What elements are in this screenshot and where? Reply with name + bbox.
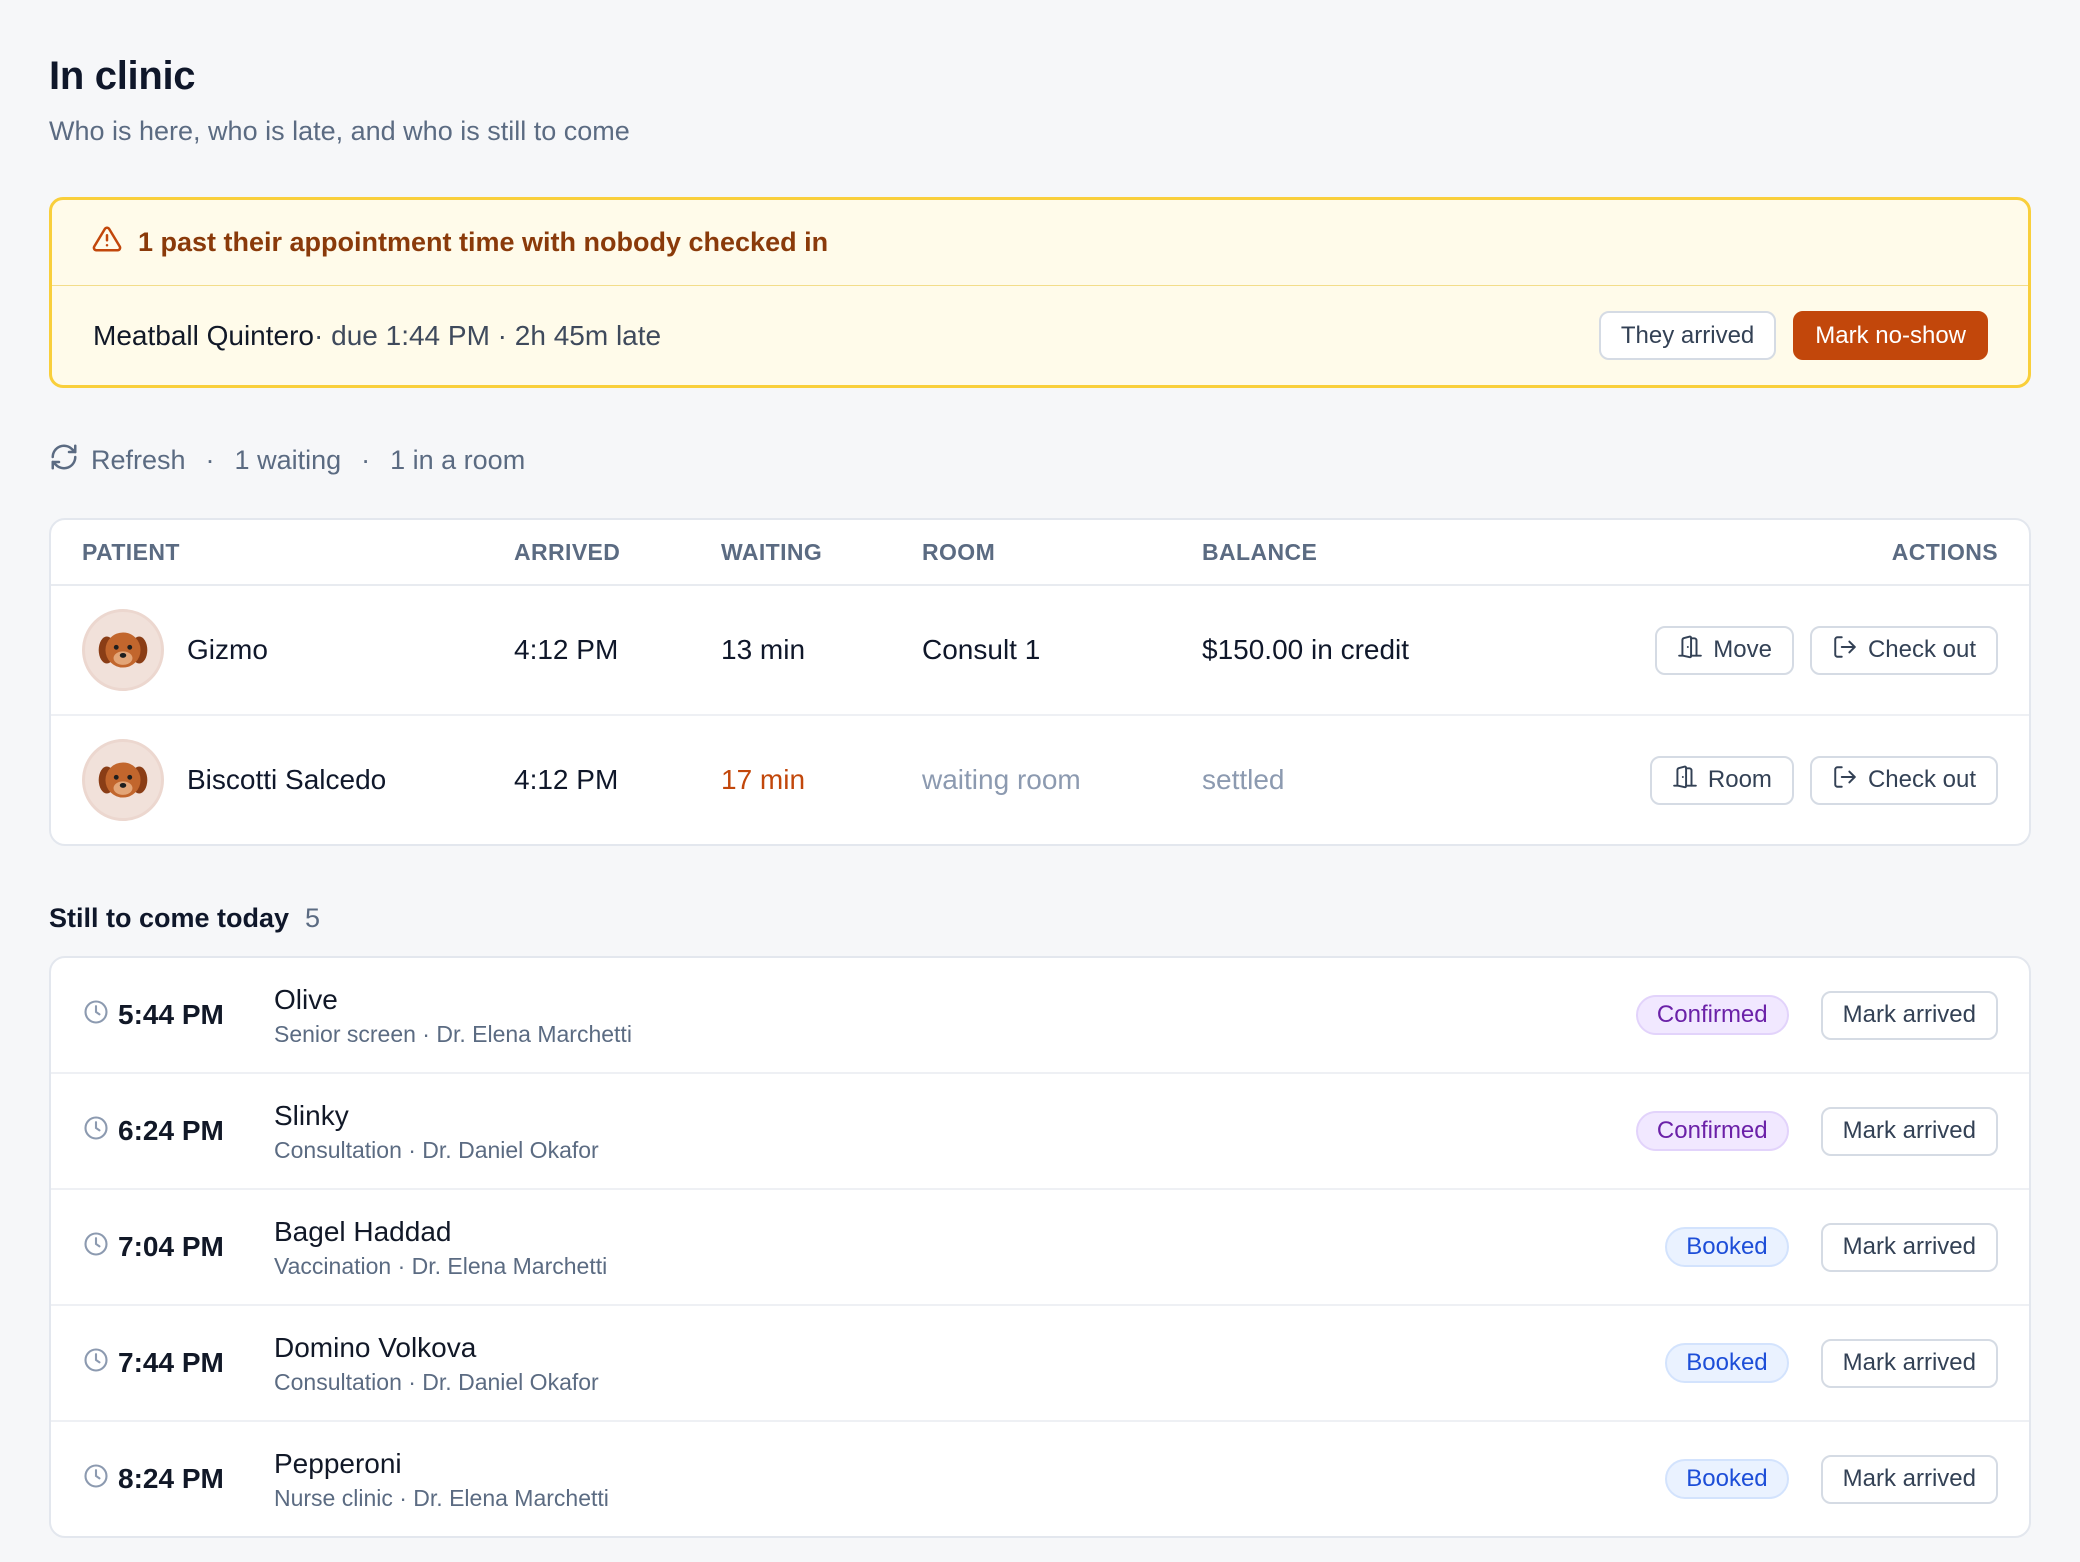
column-header-room: ROOM [922,538,996,565]
patient-name[interactable]: Gizmo [187,634,268,666]
late-alert: 1 past their appointment time with nobod… [49,197,2031,388]
appointment-details: Consultation · Dr. Daniel Okafor [274,1136,599,1163]
refresh-button[interactable]: Refresh [49,442,186,479]
door-icon [1677,634,1713,667]
column-header-patient: PATIENT [82,538,180,565]
in-room-count: 1 in a room [390,444,526,475]
room-name: waiting room [922,764,1081,795]
refresh-icon [49,442,91,479]
mark-arrived-button[interactable]: Mark arrived [1820,1222,1998,1272]
check-out-button[interactable]: Check out [1809,625,1998,675]
mark-arrived-button[interactable]: Mark arrived [1820,1454,1998,1504]
separator: · [205,444,215,475]
alert-patient-name: Meatball Quintero [93,319,315,351]
status-badge: Confirmed [1635,1111,1789,1151]
clock-icon [82,1114,118,1149]
balance: settled [1202,764,1285,795]
they-arrived-button[interactable]: They arrived [1598,311,1777,360]
list-item: 8:24 PM Pepperoni Nurse clinic · Dr. Ele… [51,1422,2029,1536]
appointment-time: 7:04 PM [118,1231,224,1262]
upcoming-section-title: Still to come today 5 [49,898,2031,938]
door-icon [1672,764,1708,797]
room-label: Room [1707,766,1772,793]
in-clinic-table: PATIENT ARRIVED WAITING ROOM BALANCE ACT… [49,518,2031,846]
appointment-patient[interactable]: Slinky [274,1099,599,1133]
list-item: 5:44 PM Olive Senior screen · Dr. Elena … [51,958,2029,1074]
appointment-time: 8:24 PM [118,1463,224,1494]
waiting-count: 1 waiting [234,444,342,475]
room-button[interactable]: Room [1649,755,1794,805]
check-out-label: Check out [1867,766,1976,793]
table-row: Gizmo 4:12 PM 13 min Consult 1 $150.00 i… [51,586,2029,716]
clock-icon [82,1230,118,1265]
appointment-time: 5:44 PM [118,999,224,1030]
status-badge: Booked [1665,1227,1789,1267]
column-header-balance: BALANCE [1202,538,1318,565]
mark-arrived-button[interactable]: Mark arrived [1820,1106,1998,1156]
status-toolbar: Refresh · 1 waiting · 1 in a room [49,440,2031,480]
arrived-time: 4:12 PM [514,764,619,795]
status-badge: Booked [1665,1459,1789,1499]
appointment-patient[interactable]: Bagel Haddad [274,1215,607,1249]
table-row: Biscotti Salcedo 4:12 PM 17 min waiting … [51,716,2029,844]
alert-patient-row: Meatball Quintero · due 1:44 PM · 2h 45m… [52,286,2028,385]
list-item: 7:44 PM Domino Volkova Consultation · Dr… [51,1306,2029,1422]
upcoming-title: Still to come today [49,902,290,933]
dog-icon [98,632,148,668]
appointment-patient[interactable]: Pepperoni [274,1447,609,1481]
appointment-time: 6:24 PM [118,1115,224,1146]
column-header-actions: ACTIONS [1891,538,1998,565]
arrived-time: 4:12 PM [514,634,619,665]
mark-no-show-button[interactable]: Mark no-show [1793,311,1988,360]
waiting-duration: 13 min [721,634,806,665]
alert-patient-meta: · due 1:44 PM · 2h 45m late [314,319,662,351]
mark-arrived-button[interactable]: Mark arrived [1820,1338,1998,1388]
move-button[interactable]: Move [1655,625,1794,675]
move-label: Move [1713,636,1772,663]
appointment-patient[interactable]: Domino Volkova [274,1331,599,1365]
appointment-details: Senior screen · Dr. Elena Marchetti [274,1020,632,1047]
appointment-details: Nurse clinic · Dr. Elena Marchetti [274,1484,609,1511]
warning-triangle-icon [92,224,138,261]
alert-title: 1 past their appointment time with nobod… [138,227,829,257]
avatar [82,609,164,691]
status-badge: Booked [1665,1343,1789,1383]
page-title: In clinic [49,54,196,98]
appointment-details: Consultation · Dr. Daniel Okafor [274,1368,599,1395]
clock-icon [82,1462,118,1497]
separator: · [361,444,371,475]
upcoming-list: 5:44 PM Olive Senior screen · Dr. Elena … [49,956,2031,1538]
table-header: PATIENT ARRIVED WAITING ROOM BALANCE ACT… [51,520,2029,586]
avatar [82,739,164,821]
room-name: Consult 1 [922,634,1041,665]
list-item: 7:04 PM Bagel Haddad Vaccination · Dr. E… [51,1190,2029,1306]
check-out-button[interactable]: Check out [1809,755,1998,805]
check-out-label: Check out [1867,636,1976,663]
balance: $150.00 in credit [1202,634,1410,665]
appointment-time: 7:44 PM [118,1347,224,1378]
upcoming-count: 5 [305,902,321,933]
appointment-patient[interactable]: Olive [274,983,632,1017]
clock-icon [82,998,118,1033]
appointment-details: Vaccination · Dr. Elena Marchetti [274,1252,608,1279]
clock-icon [82,1346,118,1381]
log-out-icon [1832,764,1868,797]
mark-arrived-button[interactable]: Mark arrived [1820,990,1998,1040]
patient-name[interactable]: Biscotti Salcedo [187,764,386,796]
status-badge: Confirmed [1635,995,1789,1035]
page-subtitle: Who is here, who is late, and who is sti… [49,116,630,146]
column-header-arrived: ARRIVED [514,538,621,565]
list-item: 6:24 PM Slinky Consultation · Dr. Daniel… [51,1074,2029,1190]
column-header-waiting: WAITING [721,538,823,565]
waiting-duration: 17 min [721,764,806,795]
page: In clinic Who is here, who is late, and … [0,0,2080,1538]
log-out-icon [1832,634,1868,667]
refresh-label: Refresh [91,444,186,475]
alert-header: 1 past their appointment time with nobod… [52,200,2028,286]
dog-icon [98,762,148,798]
